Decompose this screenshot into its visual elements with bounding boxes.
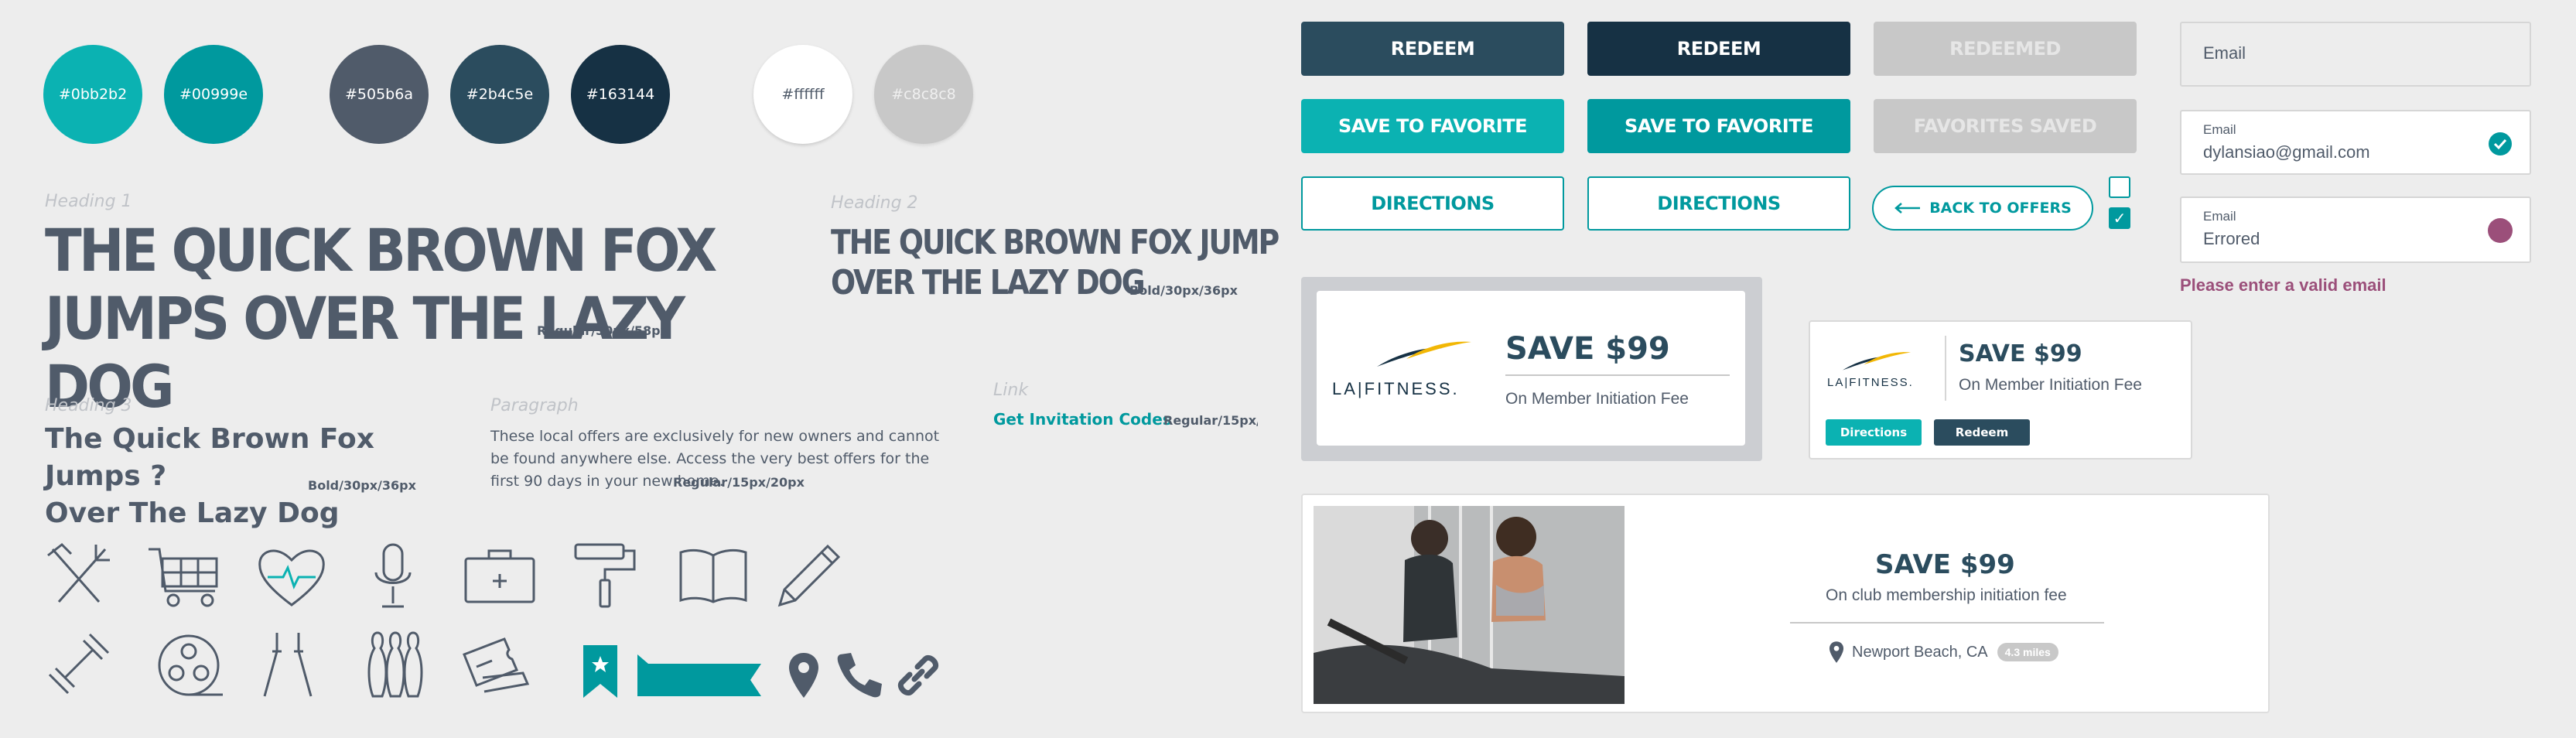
back-to-offers-button[interactable]: Back to Offers — [1872, 186, 2093, 231]
offer-divider — [1790, 622, 2104, 624]
paragraph-label: Paragraph — [490, 396, 579, 415]
cart-icon — [149, 548, 218, 607]
fitness-photo — [1314, 506, 1625, 704]
redeem-small-button[interactable]: Redeem — [1934, 419, 2030, 446]
paint-roller-icon — [574, 543, 636, 608]
redeem-button-hover[interactable]: Redeem — [1587, 22, 1850, 76]
heading-2-line1: The Quick Brown Fox Jump — [831, 223, 1279, 262]
heading-3-sample: The Quick Brown Fox Jumps ? Over The Laz… — [45, 421, 478, 532]
distance-badge: 4.3 miles — [1997, 643, 2058, 661]
offer-title: Save $99 — [1959, 340, 2082, 367]
heading-1-spec: Regular/50px/58px — [537, 323, 668, 338]
bowling-icon — [367, 631, 423, 698]
map-pin-icon — [1829, 641, 1844, 663]
la-fitness-brand: LA|FITNESS. — [1332, 379, 1460, 398]
swatch-2b4c5e: #2b4c5e — [450, 45, 549, 144]
map-pin-icon[interactable] — [787, 651, 820, 699]
heading-2-label: Heading 2 — [831, 193, 918, 213]
pencil-icon — [777, 544, 841, 607]
swatch-label: #0bb2b2 — [58, 86, 128, 103]
error-indicator-icon — [2488, 218, 2513, 243]
swatch-label: #505b6a — [345, 86, 413, 103]
email-field-label: Email — [2203, 122, 2236, 137]
paragraph-spec: Regular/15px/20px — [673, 475, 805, 490]
offer-subtitle: On club membership initiation fee — [1826, 586, 2067, 604]
valid-check-icon — [2489, 132, 2512, 155]
fork-knife-icon — [47, 543, 110, 603]
offer-card[interactable]: LA|FITNESS. Save $99 On Member Initiatio… — [1317, 291, 1745, 446]
swatch-0bb2b2: #0bb2b2 — [43, 45, 142, 144]
email-field-error[interactable]: Email Errored — [2180, 196, 2531, 263]
film-reel-icon — [158, 634, 223, 696]
email-field-value: dylansiao@gmail.com — [2203, 142, 2370, 162]
favorites-saved-button-disabled: Favorites Saved — [1874, 99, 2137, 153]
offer-title: SAVE $99 — [1875, 549, 2015, 580]
offer-divider-vertical — [1945, 336, 1946, 401]
offer-title: Save $99 — [1505, 331, 1670, 367]
arrow-left-icon — [1894, 203, 1921, 214]
heading-1-sample: The Quick Brown Fox Jumps over the lazy … — [45, 217, 750, 421]
save-to-favorite-button[interactable]: Save to Favorite — [1301, 99, 1564, 153]
redeem-button[interactable]: Redeem — [1301, 22, 1564, 76]
heading-3-spec: Bold/30px/36px — [308, 478, 416, 493]
email-field-label: Email — [2203, 209, 2236, 224]
heading-1-label: Heading 1 — [45, 192, 132, 211]
offer-card-wide[interactable]: SAVE $99 On club membership initiation f… — [1301, 494, 2270, 713]
heading-3-line2: Over The Lazy Dog — [45, 497, 340, 529]
save-to-favorite-button-hover[interactable]: Save to Favorite — [1587, 99, 1850, 153]
location-text: Newport Beach, CA — [1852, 643, 1988, 661]
check-icon: ✓ — [2113, 210, 2127, 227]
la-fitness-logo-mark — [1377, 341, 1471, 367]
email-placeholder: Email — [2203, 43, 2246, 63]
email-field-empty[interactable]: Email — [2180, 22, 2531, 87]
book-icon — [679, 548, 747, 603]
bookmark-star-icon[interactable] — [582, 644, 619, 699]
checkbox-checked[interactable]: ✓ — [2109, 207, 2130, 229]
swatch-505b6a: #505b6a — [330, 45, 429, 144]
offer-divider — [1505, 374, 1730, 376]
ribbon-banner-icon — [637, 654, 761, 696]
heading-1-text: The Quick Brown Fox Jumps over the lazy … — [45, 216, 717, 421]
swatch-00999e: #00999e — [164, 45, 263, 144]
swatch-c8c8c8: #c8c8c8 — [874, 45, 973, 144]
dumbbell-icon — [48, 633, 110, 695]
email-field-value: Errored — [2203, 229, 2260, 248]
la-fitness-brand: LA|FITNESS. — [1827, 376, 1914, 389]
email-field-valid[interactable]: Email dylansiao@gmail.com — [2180, 110, 2531, 175]
link-label: Link — [993, 381, 1029, 400]
hand-grip-icon — [263, 633, 313, 697]
swatch-ffffff: #ffffff — [753, 45, 852, 144]
swatch-label: #2b4c5e — [466, 86, 534, 103]
swatch-label: #ffffff — [781, 86, 825, 103]
link-icon[interactable] — [894, 651, 942, 699]
email-error-message: Please enter a valid email — [2180, 275, 2386, 295]
phone-icon[interactable] — [835, 651, 883, 699]
toolbox-icon — [464, 549, 535, 603]
swatch-label: #c8c8c8 — [891, 86, 956, 103]
microphone-icon — [374, 543, 412, 608]
swatch-label: #00999e — [179, 86, 248, 103]
checkbox-unchecked[interactable] — [2109, 176, 2130, 198]
redeemed-button-disabled: Redeemed — [1874, 22, 2137, 76]
offer-card-compact[interactable]: LA|FITNESS. Save $99 On Member Initiatio… — [1809, 320, 2192, 460]
heart-pulse-icon — [258, 549, 325, 606]
back-to-offers-label: Back to Offers — [1929, 200, 2072, 217]
directions-button[interactable]: Directions — [1301, 176, 1564, 231]
offer-location: Newport Beach, CA 4.3 miles — [1829, 641, 2058, 664]
swatch-label: #163144 — [586, 86, 655, 103]
offer-subtitle: On Member Initiation Fee — [1505, 390, 1689, 408]
get-invitation-codes-link[interactable]: Get Invitation Codes — [993, 410, 1172, 429]
link-spec: Regular/15px/20 — [1163, 413, 1258, 428]
la-fitness-logo-mark — [1842, 352, 1912, 371]
heading-3-label: Heading 3 — [45, 396, 132, 415]
tickets-icon — [463, 637, 530, 693]
directions-small-button[interactable]: Directions — [1826, 419, 1922, 446]
heading-2-spec: Bold/30px/36px — [1129, 283, 1238, 298]
offer-subtitle: On Member Initiation Fee — [1959, 376, 2142, 394]
directions-button-hover[interactable]: Directions — [1587, 176, 1850, 231]
swatch-163144: #163144 — [571, 45, 670, 144]
